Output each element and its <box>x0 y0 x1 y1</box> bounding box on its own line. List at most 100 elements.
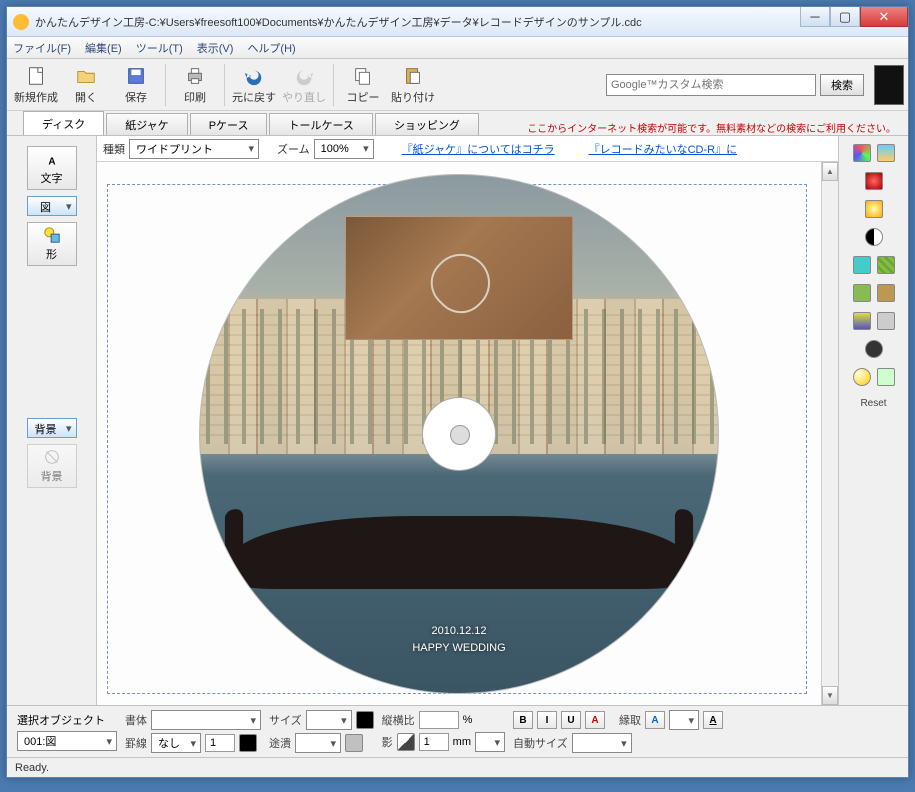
ratio-label: 縦横比 <box>382 712 415 728</box>
size-select[interactable] <box>306 710 352 730</box>
effect-brightness-icon[interactable] <box>865 200 883 218</box>
effect-texture3-icon[interactable] <box>853 284 871 302</box>
effect-texture4-icon[interactable] <box>877 284 895 302</box>
effect-texture1-icon[interactable] <box>853 256 871 274</box>
save-button[interactable]: 保存 <box>111 61 161 109</box>
menu-view[interactable]: 表示(V) <box>197 40 234 56</box>
effect-flip-icon[interactable] <box>877 144 895 162</box>
tab-jacket[interactable]: 紙ジャケ <box>106 113 187 135</box>
tool-bg-fill[interactable]: 背景 <box>27 418 77 438</box>
workspace: A 文字 図 形 背景 背景 種類 ワイ <box>7 135 908 705</box>
size-color-swatch[interactable] <box>356 711 374 729</box>
maximize-button[interactable]: ▢ <box>830 7 860 27</box>
selobj-select[interactable]: 001:図 <box>17 731 117 751</box>
effect-moon-icon[interactable] <box>853 368 871 386</box>
left-toolbox: A 文字 図 形 背景 背景 <box>7 136 97 705</box>
effect-rotate-icon[interactable] <box>853 144 871 162</box>
tool-bg-clear[interactable]: 背景 <box>27 444 77 488</box>
paste-button[interactable]: 貼り付け <box>388 61 438 109</box>
tool-shape[interactable]: 形 <box>27 222 77 266</box>
stroke-color-button[interactable]: A <box>645 711 665 729</box>
redo-button[interactable]: やり直し <box>279 61 329 109</box>
reset-button[interactable]: Reset <box>860 398 886 409</box>
menu-file[interactable]: ファイル(F) <box>13 40 71 56</box>
new-button[interactable]: 新規作成 <box>11 61 61 109</box>
canvas-options: 種類 ワイドプリント ズーム 100% 『紙ジャケ』についてはコチラ 『レコード… <box>97 136 838 162</box>
open-button[interactable]: 開く <box>61 61 111 109</box>
effect-gradient-icon[interactable] <box>853 312 871 330</box>
effect-color-icon[interactable] <box>865 172 883 190</box>
zoom-select[interactable]: 100% <box>314 139 374 159</box>
tab-tallcase[interactable]: トールケース <box>269 113 372 135</box>
font-label: 書体 <box>125 712 147 728</box>
tab-shopping[interactable]: ショッピング <box>375 113 479 135</box>
canvas-wrap: 2010.12.12 HAPPY WEDDING <box>97 162 838 705</box>
gondola <box>231 516 687 589</box>
property-bar: 選択オブジェクト 001:図 書体 罫線 なし 1 サイズ 途潰 <box>7 705 908 757</box>
line-color-swatch[interactable] <box>239 734 257 752</box>
tab-pcase[interactable]: Pケース <box>190 113 268 135</box>
app-icon <box>13 14 29 30</box>
italic-button[interactable]: I <box>537 711 557 729</box>
line-width-input[interactable]: 1 <box>205 734 235 752</box>
inset-photo <box>345 216 573 340</box>
project-tabs: ディスク 紙ジャケ Pケース トールケース ショッピング ここからインターネット… <box>7 111 908 135</box>
search-input[interactable] <box>606 74 816 96</box>
tab-info-text: ここからインターネット検索が可能です。無料素材などの検索にご利用ください。 <box>527 120 908 135</box>
center-panel: 種類 ワイドプリント ズーム 100% 『紙ジャケ』についてはコチラ 『レコード… <box>97 136 838 705</box>
fill-label: 途潰 <box>269 735 291 751</box>
copy-button[interactable]: コピー <box>338 61 388 109</box>
menubar: ファイル(F) 編集(E) ツール(T) 表示(V) ヘルプ(H) <box>7 37 908 59</box>
minimize-button[interactable]: ─ <box>800 7 830 27</box>
search-button[interactable]: 検索 <box>820 74 864 96</box>
titlebar: かんたんデザイン工房-C:¥Users¥freesoft100¥Document… <box>7 7 908 37</box>
textcolor-button[interactable]: A <box>585 711 605 729</box>
selobj-label: 選択オブジェクト <box>17 712 117 728</box>
menu-help[interactable]: ヘルプ(H) <box>247 40 295 56</box>
effect-contrast-icon[interactable] <box>865 228 883 246</box>
fill-swatch[interactable] <box>345 734 363 752</box>
tab-disc[interactable]: ディスク <box>23 111 104 135</box>
svg-text:A: A <box>48 156 55 167</box>
shadow-toggle-icon[interactable] <box>397 733 415 751</box>
main-toolbar: 新規作成 開く 保存 印刷 元に戻す やり直し コピー <box>7 59 908 111</box>
tool-image[interactable]: 図 <box>27 196 77 216</box>
menu-edit[interactable]: 編集(E) <box>85 40 122 56</box>
fill-select[interactable] <box>295 733 341 753</box>
close-button[interactable]: ✕ <box>860 7 908 27</box>
disc-artwork[interactable]: 2010.12.12 HAPPY WEDDING <box>199 174 719 694</box>
effect-vignette-icon[interactable] <box>865 340 883 358</box>
line-style-select[interactable]: なし <box>151 733 201 753</box>
type-label: 種類 <box>103 141 125 157</box>
stroke-a-button[interactable]: A <box>703 711 723 729</box>
autosize-label: 自動サイズ <box>513 735 568 751</box>
app-window: かんたんデザイン工房-C:¥Users¥freesoft100¥Document… <box>6 6 909 778</box>
window-title: かんたんデザイン工房-C:¥Users¥freesoft100¥Document… <box>35 14 800 30</box>
undo-button[interactable]: 元に戻す <box>229 61 279 109</box>
effect-gray-icon[interactable] <box>877 312 895 330</box>
tool-text[interactable]: A 文字 <box>27 146 77 190</box>
design-canvas[interactable]: 2010.12.12 HAPPY WEDDING <box>97 162 821 705</box>
underline-button[interactable]: U <box>561 711 581 729</box>
shadow-label: 影 <box>382 734 393 750</box>
zoom-label: ズーム <box>277 141 310 157</box>
vertical-scrollbar[interactable] <box>821 162 838 705</box>
bold-button[interactable]: B <box>513 711 533 729</box>
stroke-size-select[interactable] <box>669 710 699 730</box>
shadow-dir-select[interactable] <box>475 732 505 752</box>
menu-tools[interactable]: ツール(T) <box>136 40 183 56</box>
font-select[interactable] <box>151 710 261 730</box>
status-text: Ready. <box>15 762 49 774</box>
autosize-select[interactable] <box>572 733 632 753</box>
ad-panel <box>874 65 904 105</box>
print-button[interactable]: 印刷 <box>170 61 220 109</box>
effect-green-icon[interactable] <box>877 368 895 386</box>
print-type-select[interactable]: ワイドプリント <box>129 139 259 159</box>
line-label: 罫線 <box>125 735 147 751</box>
link-record-cdr[interactable]: 『レコードみたいなCD-R』に <box>589 141 738 157</box>
ratio-input[interactable] <box>419 711 459 729</box>
link-jacket-info[interactable]: 『紙ジャケ』についてはコチラ <box>402 141 555 157</box>
shadow-input[interactable]: 1 <box>419 733 449 751</box>
stroke-label: 縁取 <box>619 712 641 728</box>
effect-texture2-icon[interactable] <box>877 256 895 274</box>
